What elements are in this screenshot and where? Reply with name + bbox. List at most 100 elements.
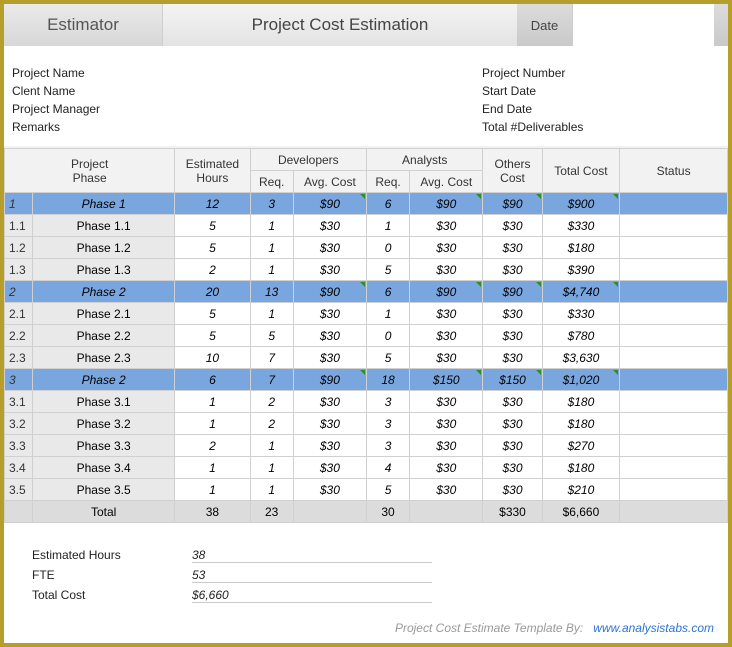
row-status[interactable] [620, 457, 728, 479]
footer-link[interactable]: www.analysistabs.com [593, 621, 714, 635]
row-dev-req[interactable]: 7 [250, 347, 293, 369]
row-an-req[interactable]: 3 [367, 435, 410, 457]
row-dev-req[interactable]: 3 [250, 193, 293, 215]
row-others[interactable]: $30 [483, 325, 542, 347]
row-total[interactable]: $4,740 [542, 281, 620, 303]
row-total[interactable]: $180 [542, 457, 620, 479]
table-row[interactable]: 2Phase 22013$906$90$90$4,740 [5, 281, 728, 303]
row-hours[interactable]: 2 [175, 259, 250, 281]
row-total[interactable]: $1,020 [542, 369, 620, 391]
row-status[interactable] [620, 193, 728, 215]
row-status[interactable] [620, 435, 728, 457]
row-status[interactable] [620, 215, 728, 237]
row-others[interactable]: $90 [483, 281, 542, 303]
row-an-avg[interactable]: $90 [410, 281, 483, 303]
row-others[interactable]: $30 [483, 413, 542, 435]
table-row[interactable]: 2.3Phase 2.3107$305$30$30$3,630 [5, 347, 728, 369]
row-an-avg[interactable]: $30 [410, 413, 483, 435]
table-row[interactable]: 3.4Phase 3.411$304$30$30$180 [5, 457, 728, 479]
row-dev-avg[interactable]: $30 [293, 435, 366, 457]
row-status[interactable] [620, 303, 728, 325]
row-total[interactable]: $780 [542, 325, 620, 347]
row-dev-avg[interactable]: $30 [293, 413, 366, 435]
summary-totalcost-value[interactable]: $6,660 [192, 588, 432, 603]
row-dev-req[interactable]: 2 [250, 391, 293, 413]
table-row[interactable]: 1.2Phase 1.251$300$30$30$180 [5, 237, 728, 259]
row-hours[interactable]: 1 [175, 457, 250, 479]
row-hours[interactable]: 6 [175, 369, 250, 391]
table-row[interactable]: 3Phase 267$9018$150$150$1,020 [5, 369, 728, 391]
row-hours[interactable]: 1 [175, 479, 250, 501]
row-an-req[interactable]: 1 [367, 303, 410, 325]
row-status[interactable] [620, 325, 728, 347]
row-an-avg[interactable]: $30 [410, 303, 483, 325]
row-an-req[interactable]: 1 [367, 215, 410, 237]
row-an-avg[interactable]: $30 [410, 347, 483, 369]
row-dev-avg[interactable]: $30 [293, 325, 366, 347]
row-an-avg[interactable]: $30 [410, 325, 483, 347]
row-total[interactable]: $330 [542, 215, 620, 237]
row-hours[interactable]: 5 [175, 303, 250, 325]
row-dev-req[interactable]: 1 [250, 303, 293, 325]
row-total[interactable]: $270 [542, 435, 620, 457]
row-others[interactable]: $30 [483, 347, 542, 369]
row-an-req[interactable]: 18 [367, 369, 410, 391]
row-dev-avg[interactable]: $30 [293, 215, 366, 237]
row-hours[interactable]: 20 [175, 281, 250, 303]
row-status[interactable] [620, 479, 728, 501]
table-row[interactable]: 1Phase 1123$906$90$90$900 [5, 193, 728, 215]
row-hours[interactable]: 1 [175, 391, 250, 413]
row-dev-avg[interactable]: $90 [293, 193, 366, 215]
table-row[interactable]: 3.2Phase 3.212$303$30$30$180 [5, 413, 728, 435]
row-dev-req[interactable]: 1 [250, 237, 293, 259]
row-an-avg[interactable]: $150 [410, 369, 483, 391]
row-status[interactable] [620, 347, 728, 369]
row-status[interactable] [620, 391, 728, 413]
row-total[interactable]: $180 [542, 391, 620, 413]
row-an-avg[interactable]: $30 [410, 457, 483, 479]
row-others[interactable]: $90 [483, 193, 542, 215]
table-row[interactable]: 3.1Phase 3.112$303$30$30$180 [5, 391, 728, 413]
row-an-req[interactable]: 6 [367, 281, 410, 303]
row-an-avg[interactable]: $30 [410, 237, 483, 259]
row-dev-avg[interactable]: $30 [293, 347, 366, 369]
row-hours[interactable]: 5 [175, 215, 250, 237]
row-dev-req[interactable]: 1 [250, 457, 293, 479]
row-hours[interactable]: 10 [175, 347, 250, 369]
row-total[interactable]: $390 [542, 259, 620, 281]
row-an-req[interactable]: 5 [367, 259, 410, 281]
row-an-req[interactable]: 3 [367, 391, 410, 413]
row-status[interactable] [620, 369, 728, 391]
row-dev-req[interactable]: 1 [250, 215, 293, 237]
row-status[interactable] [620, 281, 728, 303]
row-dev-avg[interactable]: $30 [293, 303, 366, 325]
row-status[interactable] [620, 413, 728, 435]
row-dev-req[interactable]: 2 [250, 413, 293, 435]
row-dev-avg[interactable]: $30 [293, 457, 366, 479]
row-an-avg[interactable]: $30 [410, 435, 483, 457]
row-total[interactable]: $180 [542, 413, 620, 435]
row-others[interactable]: $30 [483, 215, 542, 237]
row-dev-avg[interactable]: $30 [293, 259, 366, 281]
row-an-req[interactable]: 5 [367, 347, 410, 369]
row-an-avg[interactable]: $90 [410, 193, 483, 215]
row-an-req[interactable]: 3 [367, 413, 410, 435]
summary-fte-value[interactable]: 53 [192, 568, 432, 583]
table-row[interactable]: 2.2Phase 2.255$300$30$30$780 [5, 325, 728, 347]
row-an-req[interactable]: 5 [367, 479, 410, 501]
row-hours[interactable]: 5 [175, 325, 250, 347]
row-an-req[interactable]: 0 [367, 237, 410, 259]
row-dev-avg[interactable]: $90 [293, 281, 366, 303]
row-an-avg[interactable]: $30 [410, 259, 483, 281]
row-an-avg[interactable]: $30 [410, 215, 483, 237]
row-dev-req[interactable]: 1 [250, 259, 293, 281]
row-hours[interactable]: 1 [175, 413, 250, 435]
row-others[interactable]: $30 [483, 479, 542, 501]
row-an-req[interactable]: 4 [367, 457, 410, 479]
row-an-avg[interactable]: $30 [410, 391, 483, 413]
row-dev-req[interactable]: 13 [250, 281, 293, 303]
row-an-req[interactable]: 0 [367, 325, 410, 347]
row-total[interactable]: $330 [542, 303, 620, 325]
row-total[interactable]: $180 [542, 237, 620, 259]
row-dev-req[interactable]: 7 [250, 369, 293, 391]
